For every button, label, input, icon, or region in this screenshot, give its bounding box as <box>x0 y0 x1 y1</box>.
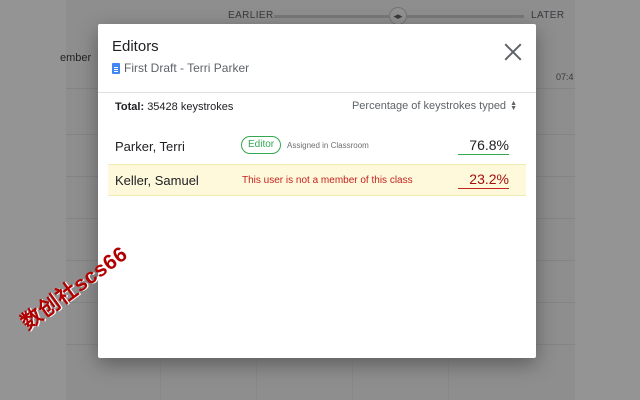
google-docs-icon <box>112 62 120 74</box>
editor-row: Parker, Terri Editor Assigned in Classro… <box>108 130 526 162</box>
editor-badge: Editor <box>241 136 282 154</box>
total-label: Total: <box>115 101 145 113</box>
sort-label: Percentage of keystrokes typed <box>351 100 507 112</box>
total-value: 35428 keystrokes <box>147 101 234 113</box>
dialog-title: Editors <box>112 38 159 55</box>
close-icon[interactable] <box>504 43 522 61</box>
editors-dialog: Editors First Draft - Terri Parker Total… <box>98 24 536 358</box>
sort-arrows-icon: ▲ ▼ <box>510 100 517 112</box>
editor-name: Parker, Terri <box>115 139 185 154</box>
editor-name: Keller, Samuel <box>115 173 199 188</box>
sort-dropdown[interactable]: Percentage of keystrokes typed ▲ ▼ <box>352 100 517 112</box>
assigned-note: Assigned in Classroom <box>287 141 369 150</box>
keystroke-percent: 23.2% <box>458 171 509 189</box>
document-title: First Draft - Terri Parker <box>124 61 250 75</box>
editor-row-warning: Keller, Samuel This user is not a member… <box>108 164 526 196</box>
keystroke-percent: 76.8% <box>458 137 509 155</box>
non-member-warning: This user is not a member of this class <box>242 175 413 186</box>
document-info: First Draft - Terri Parker <box>112 61 249 75</box>
header-divider <box>98 92 536 93</box>
total-keystrokes: Total: 35428 keystrokes <box>115 101 233 113</box>
